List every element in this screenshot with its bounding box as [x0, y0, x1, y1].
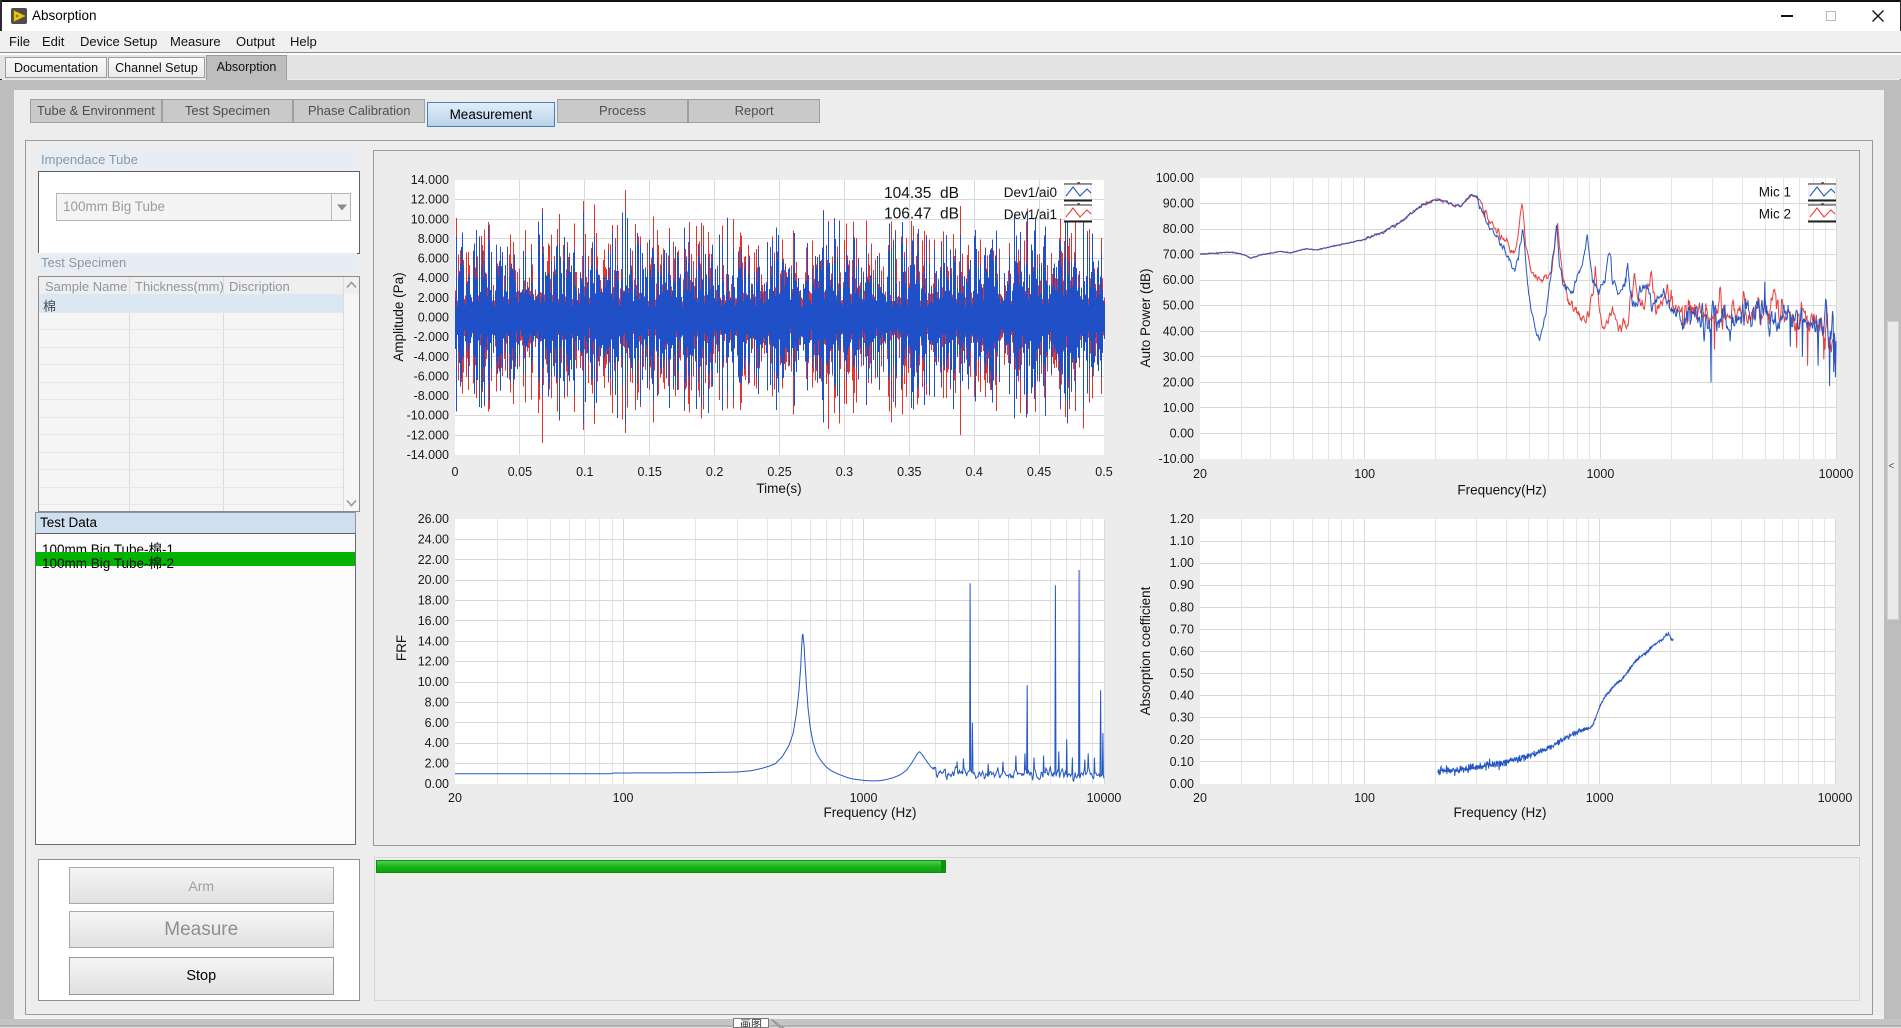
svg-text:Mic 1: Mic 1 [1759, 185, 1791, 200]
svg-text:0.4: 0.4 [966, 465, 983, 479]
svg-text:1.00: 1.00 [1170, 556, 1194, 570]
svg-text:-12.000: -12.000 [407, 428, 449, 442]
svg-text:106.47 dB: 106.47 dB [884, 206, 959, 223]
svg-text:20: 20 [1193, 791, 1207, 805]
svg-text:0.20: 0.20 [1170, 733, 1194, 747]
svg-text:-4.000: -4.000 [414, 350, 449, 364]
svg-text:16.00: 16.00 [418, 614, 449, 628]
svg-text:14.00: 14.00 [418, 634, 449, 648]
svg-text:60.00: 60.00 [1163, 273, 1194, 287]
svg-text:0.5: 0.5 [1095, 465, 1112, 479]
svg-text:Time(s): Time(s) [756, 481, 801, 496]
svg-text:8.00: 8.00 [425, 696, 449, 710]
svg-text:0.00: 0.00 [1170, 777, 1194, 791]
svg-text:0.00: 0.00 [1170, 427, 1194, 441]
svg-text:-14.000: -14.000 [407, 448, 449, 462]
svg-text:FRF: FRF [394, 635, 409, 661]
svg-text:Absorption coefficient: Absorption coefficient [1138, 586, 1153, 715]
svg-text:104.35 dB: 104.35 dB [884, 185, 959, 202]
svg-text:70.00: 70.00 [1163, 248, 1194, 262]
svg-text:-10.00: -10.00 [1159, 452, 1194, 466]
svg-text:0.70: 0.70 [1170, 622, 1194, 636]
svg-text:24.00: 24.00 [418, 532, 449, 546]
svg-text:20.00: 20.00 [1163, 375, 1194, 389]
svg-text:50.00: 50.00 [1163, 299, 1194, 313]
svg-text:100: 100 [1354, 467, 1375, 481]
svg-text:100: 100 [613, 791, 634, 805]
svg-text:Frequency (Hz): Frequency (Hz) [823, 805, 916, 820]
svg-text:20: 20 [448, 791, 462, 805]
svg-text:18.00: 18.00 [418, 594, 449, 608]
svg-text:Frequency (Hz): Frequency (Hz) [1453, 805, 1546, 820]
svg-text:0.15: 0.15 [638, 465, 662, 479]
svg-text:-2.000: -2.000 [414, 330, 449, 344]
svg-text:6.000: 6.000 [418, 252, 449, 266]
svg-text:10000: 10000 [1818, 791, 1853, 805]
svg-text:0.90: 0.90 [1170, 578, 1194, 592]
svg-text:90.00: 90.00 [1163, 197, 1194, 211]
svg-text:10.00: 10.00 [418, 675, 449, 689]
svg-text:26.00: 26.00 [418, 512, 449, 526]
svg-text:1000: 1000 [850, 791, 878, 805]
svg-text:100.00: 100.00 [1156, 171, 1194, 185]
svg-text:0.3: 0.3 [836, 465, 853, 479]
svg-text:0: 0 [452, 465, 459, 479]
svg-text:30.00: 30.00 [1163, 350, 1194, 364]
svg-text:2.000: 2.000 [418, 291, 449, 305]
svg-text:0.50: 0.50 [1170, 667, 1194, 681]
svg-text:10000: 10000 [1819, 467, 1854, 481]
svg-text:1.10: 1.10 [1170, 534, 1194, 548]
svg-text:1000: 1000 [1586, 791, 1614, 805]
svg-text:0.05: 0.05 [508, 465, 532, 479]
svg-text:0.00: 0.00 [425, 777, 449, 791]
svg-text:Auto Power (dB): Auto Power (dB) [1138, 268, 1153, 367]
svg-text:1.20: 1.20 [1170, 512, 1194, 526]
svg-text:4.000: 4.000 [418, 271, 449, 285]
svg-text:22.00: 22.00 [418, 553, 449, 567]
svg-text:4.00: 4.00 [425, 736, 449, 750]
svg-text:0.10: 0.10 [1170, 755, 1194, 769]
svg-text:14.000: 14.000 [411, 173, 449, 187]
svg-text:-8.000: -8.000 [414, 389, 449, 403]
svg-text:0.2: 0.2 [706, 465, 723, 479]
svg-text:10.000: 10.000 [411, 212, 449, 226]
svg-text:40.00: 40.00 [1163, 324, 1194, 338]
svg-text:100: 100 [1354, 791, 1375, 805]
svg-text:20.00: 20.00 [418, 573, 449, 587]
svg-text:0.80: 0.80 [1170, 600, 1194, 614]
svg-text:Amplitude (Pa): Amplitude (Pa) [391, 272, 406, 361]
svg-text:-10.000: -10.000 [407, 409, 449, 423]
svg-text:0.60: 0.60 [1170, 645, 1194, 659]
svg-text:8.000: 8.000 [418, 232, 449, 246]
svg-text:10.00: 10.00 [1163, 401, 1194, 415]
svg-text:0.25: 0.25 [767, 465, 791, 479]
svg-text:12.000: 12.000 [411, 193, 449, 207]
svg-text:0.35: 0.35 [897, 465, 921, 479]
svg-text:10000: 10000 [1087, 791, 1122, 805]
svg-text:2.00: 2.00 [425, 757, 449, 771]
svg-text:12.00: 12.00 [418, 655, 449, 669]
svg-text:0.000: 0.000 [418, 311, 449, 325]
svg-text:6.00: 6.00 [425, 716, 449, 730]
svg-text:0.1: 0.1 [576, 465, 593, 479]
svg-text:Dev1/ai0: Dev1/ai0 [1004, 185, 1057, 200]
svg-text:1000: 1000 [1586, 467, 1614, 481]
svg-text:0.40: 0.40 [1170, 689, 1194, 703]
svg-text:Frequency(Hz): Frequency(Hz) [1457, 483, 1546, 498]
svg-text:80.00: 80.00 [1163, 222, 1194, 236]
svg-text:20: 20 [1193, 467, 1207, 481]
svg-text:0.30: 0.30 [1170, 711, 1194, 725]
svg-text:-6.000: -6.000 [414, 369, 449, 383]
svg-text:Mic 2: Mic 2 [1759, 207, 1791, 222]
svg-text:Dev1/ai1: Dev1/ai1 [1004, 207, 1057, 222]
svg-text:0.45: 0.45 [1027, 465, 1051, 479]
